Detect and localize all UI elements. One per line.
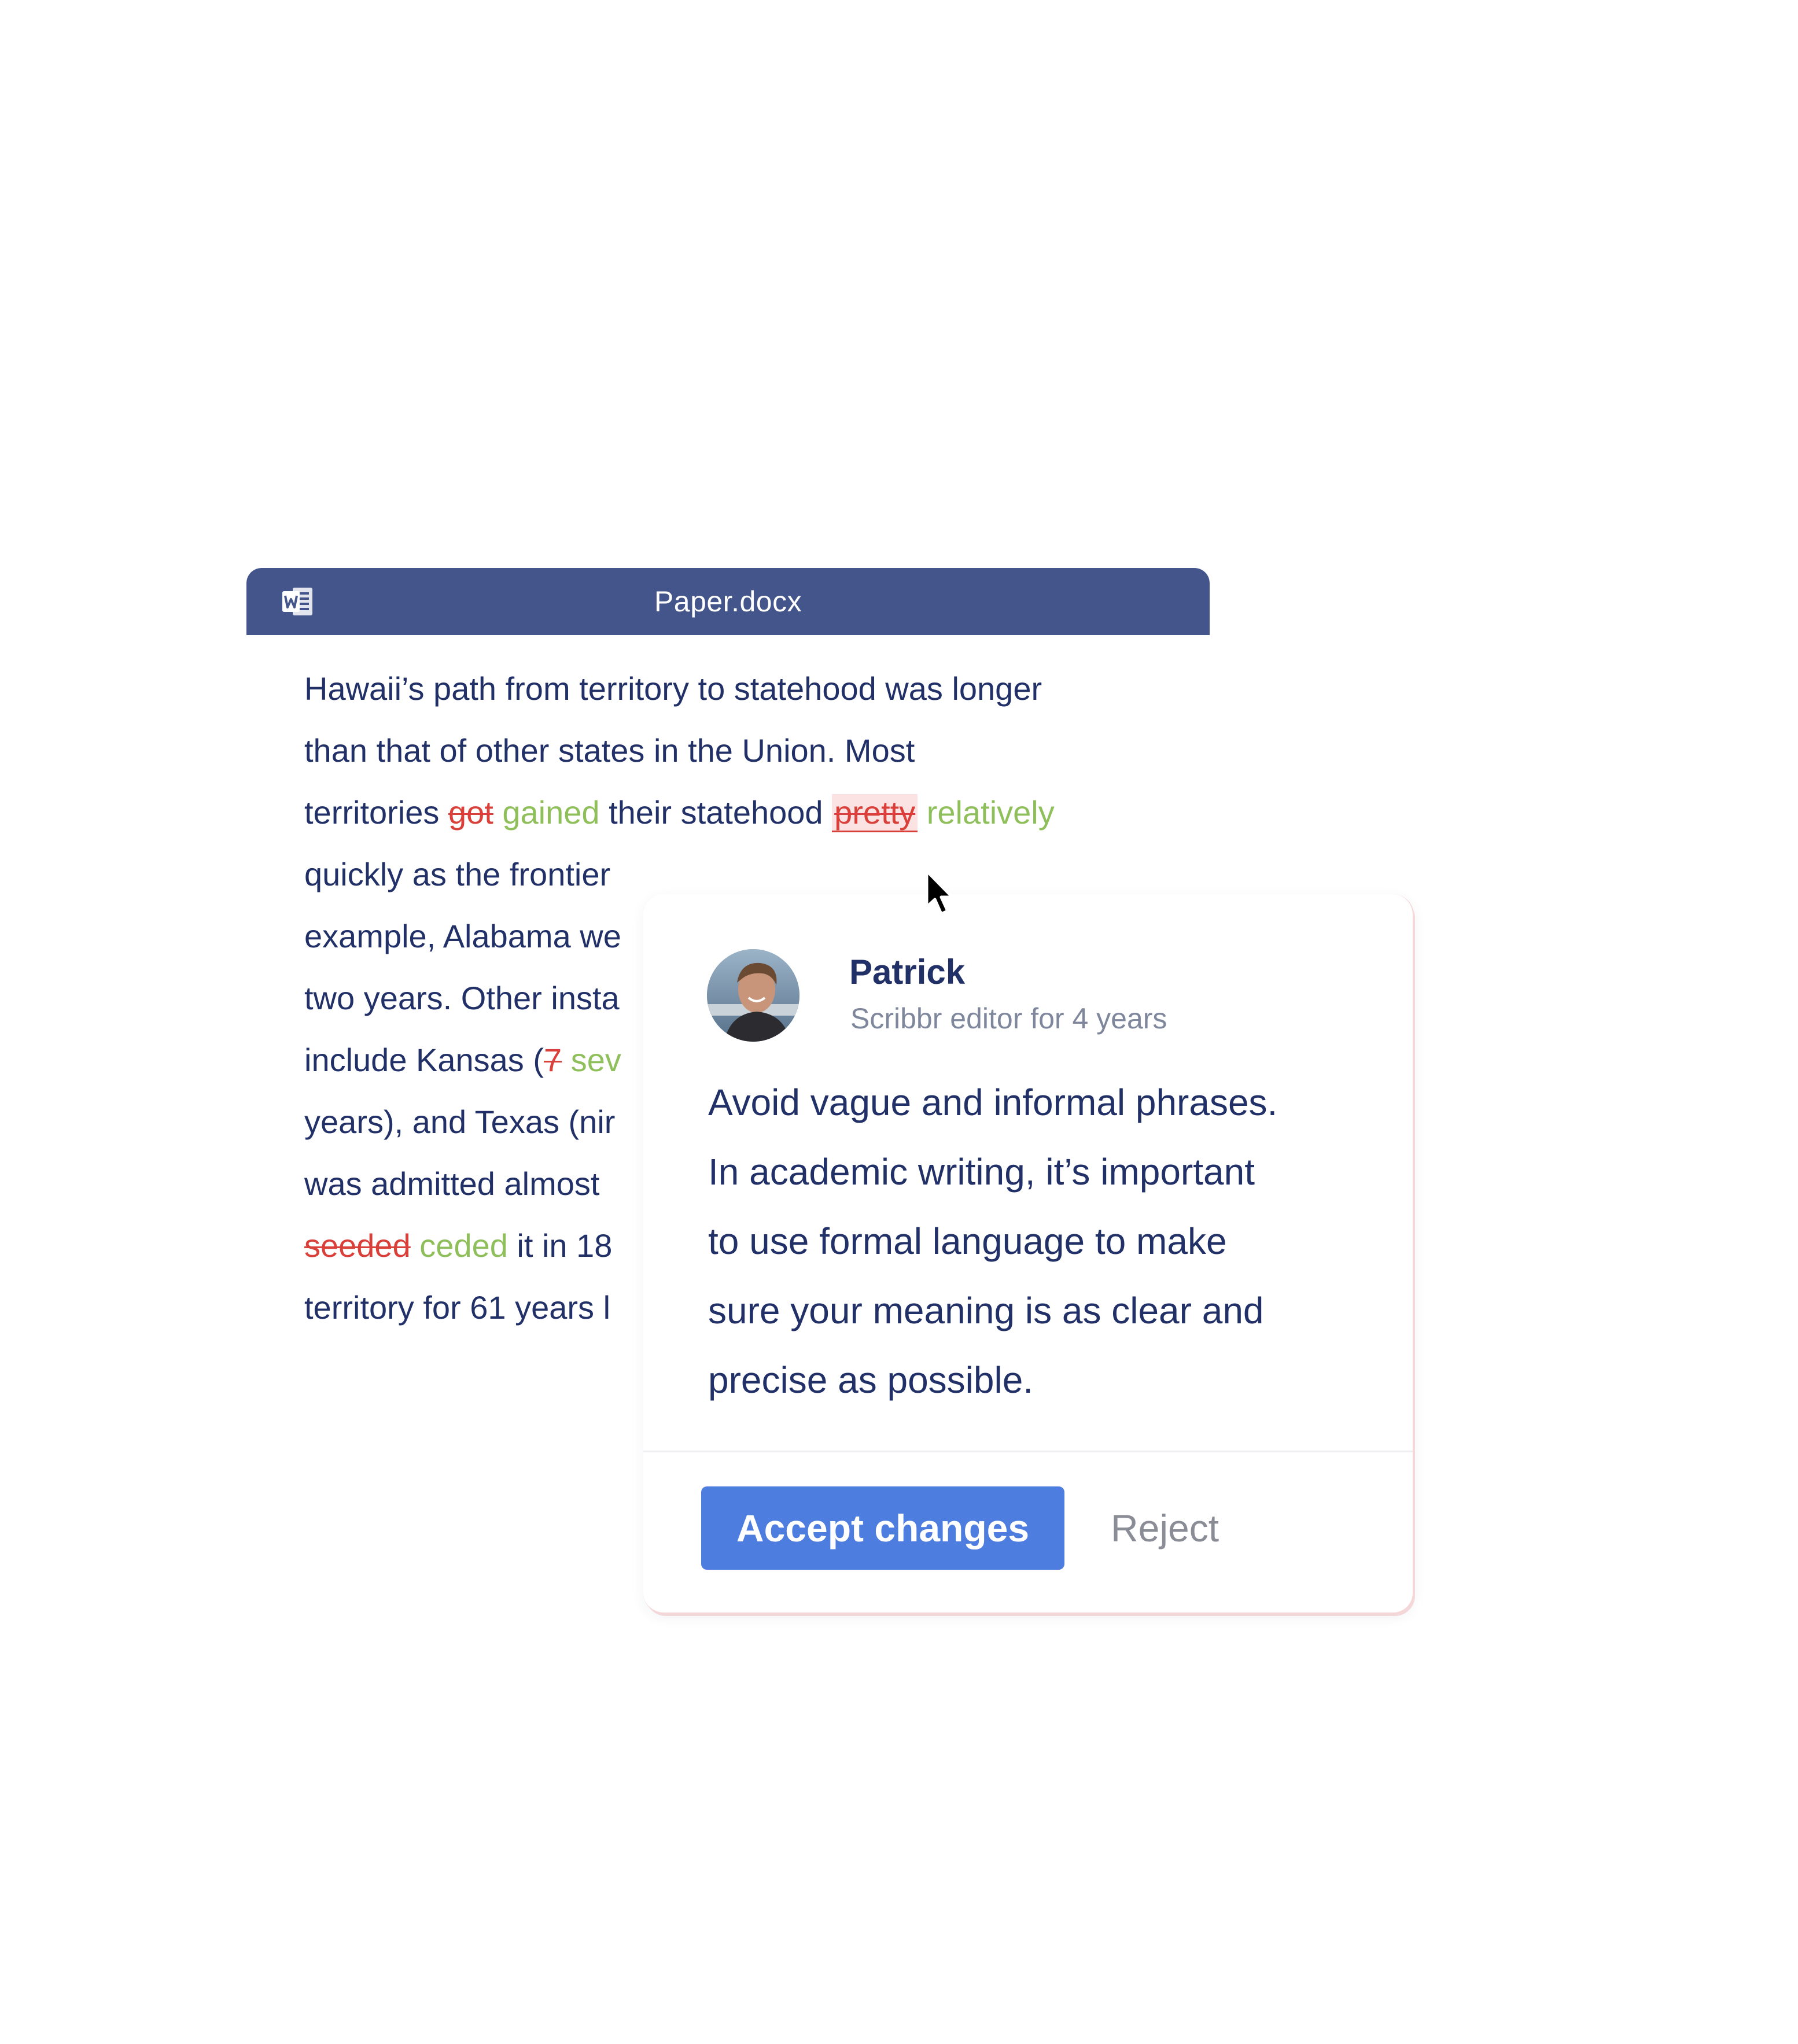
document-text: years), and Texas (nir bbox=[304, 1104, 616, 1140]
document-text: Hawaii’s path from territory to statehoo… bbox=[304, 670, 1042, 707]
reject-button[interactable]: Reject bbox=[1111, 1486, 1219, 1570]
document-line: Hawaii’s path from territory to statehoo… bbox=[304, 658, 1172, 720]
document-text: quickly as the frontier bbox=[304, 856, 611, 892]
mouse-pointer-icon bbox=[925, 869, 954, 916]
comment-line: Avoid vague and informal phrases. bbox=[708, 1082, 1278, 1123]
document-text bbox=[918, 794, 927, 831]
document-text: two years. Other insta bbox=[304, 980, 620, 1016]
document-text: than that of other states in the Union. … bbox=[304, 732, 915, 769]
document-text bbox=[562, 1042, 571, 1078]
document-text: their statehood bbox=[599, 794, 832, 831]
accept-changes-button[interactable]: Accept changes bbox=[701, 1486, 1064, 1570]
comment-text: Avoid vague and informal phrases. In acad… bbox=[708, 1068, 1379, 1415]
document-line: than that of other states in the Union. … bbox=[304, 720, 1172, 781]
document-text bbox=[493, 794, 503, 831]
tracked-deletion[interactable]: 7 bbox=[544, 1042, 562, 1078]
document-text bbox=[411, 1227, 420, 1264]
avatar bbox=[707, 949, 799, 1042]
document-text: include Kansas ( bbox=[304, 1042, 544, 1078]
reviewer-role: Scribbr editor for 4 years bbox=[850, 1002, 1167, 1035]
document-text: it in 18 bbox=[507, 1227, 613, 1264]
divider bbox=[643, 1451, 1413, 1452]
tracked-insertion[interactable]: ceded bbox=[419, 1227, 508, 1264]
document-line: territories got gained their statehood p… bbox=[304, 781, 1172, 843]
comment-line: precise as possible. bbox=[708, 1359, 1034, 1401]
selected-tracked-deletion[interactable]: pretty bbox=[832, 794, 918, 832]
tracked-insertion[interactable]: gained bbox=[502, 794, 599, 831]
tracked-insertion[interactable]: relatively bbox=[927, 794, 1055, 831]
editor-comment-card: Patrick Scribbr editor for 4 years Avoid… bbox=[643, 894, 1414, 1614]
tracked-insertion[interactable]: sev bbox=[571, 1042, 621, 1078]
reviewer-name: Patrick bbox=[849, 953, 966, 991]
tracked-deletion[interactable]: seeded bbox=[304, 1227, 411, 1264]
avatar-photo bbox=[707, 949, 799, 1042]
comment-line: In academic writing, it’s important bbox=[708, 1151, 1255, 1193]
comment-line: sure your meaning is as clear and bbox=[708, 1290, 1264, 1331]
document-text: territories bbox=[304, 794, 448, 831]
document-text: territory for 61 years l bbox=[304, 1289, 611, 1326]
comment-line: to use formal language to make bbox=[708, 1220, 1227, 1262]
document-text: example, Alabama we bbox=[304, 918, 621, 954]
tracked-deletion[interactable]: got bbox=[448, 794, 493, 831]
document-title: Paper.docx bbox=[654, 585, 802, 618]
document-titlebar: Paper.docx bbox=[246, 568, 1210, 635]
document-text: was admitted almost bbox=[304, 1165, 600, 1202]
